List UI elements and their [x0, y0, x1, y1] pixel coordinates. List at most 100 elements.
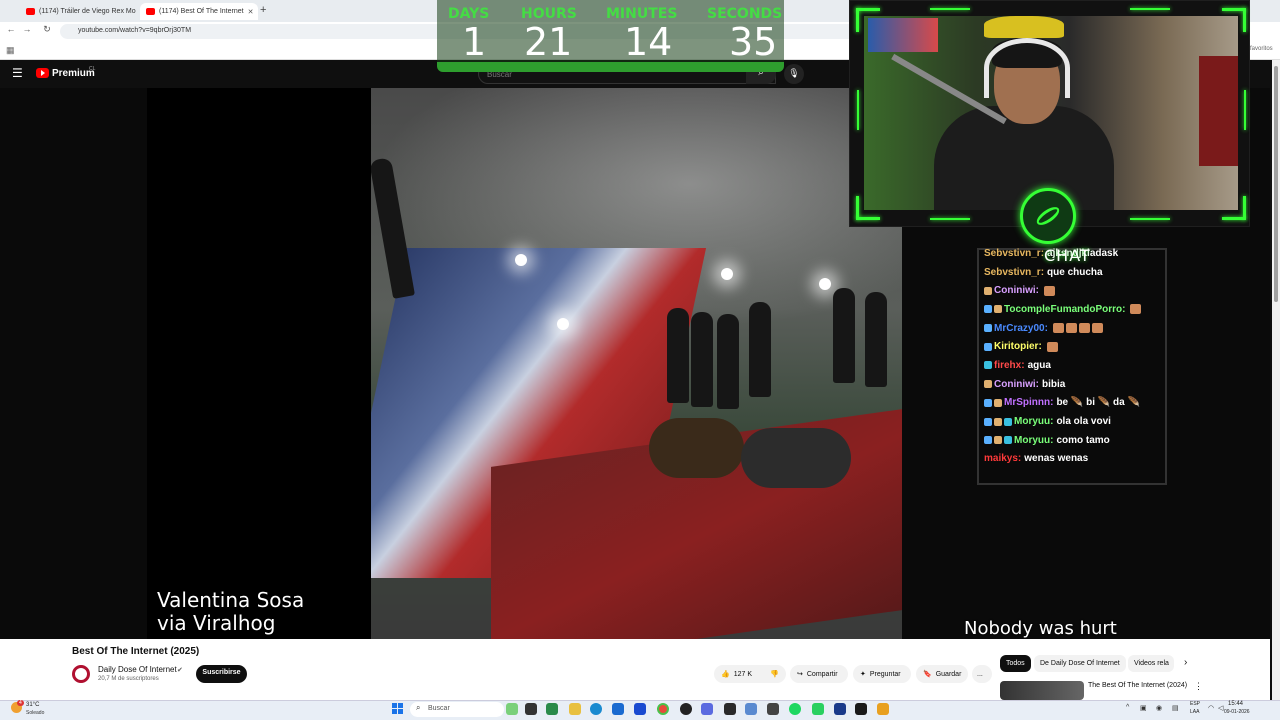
search-icon: ⌕ [416, 703, 421, 712]
like-dislike-group[interactable]: 👍 127 K 👎 [714, 665, 786, 683]
microphone-icon[interactable]: 🎙 [784, 64, 804, 84]
chat-message: Sebvstivn_r: que chucha [984, 263, 1160, 282]
video-caption-credit: Valentina Sosa via Viralhog [157, 588, 305, 635]
tray-chevron-icon[interactable]: ^ [1126, 704, 1129, 711]
chat-badge-icon [984, 436, 992, 445]
chat-badge-icon [994, 436, 1002, 445]
chat-message: Coniniwi: bibia [984, 375, 1160, 394]
forward-icon[interactable]: → [20, 24, 34, 34]
taskbar-search-input[interactable]: Buscar [410, 702, 504, 717]
tray-icon[interactable]: ▤ [1172, 704, 1179, 712]
chrome-icon[interactable] [657, 703, 669, 715]
chat-message: MrSpinnn: be 🪶 bi 🪶 da 🪶 [984, 394, 1160, 413]
chat-badge-icon [994, 305, 1002, 314]
more-actions-button[interactable]: ... [972, 665, 992, 683]
chat-message: Moryuu: como tamo [984, 431, 1160, 450]
favorites-folder[interactable]: favoritos [1250, 46, 1273, 52]
file-explorer-icon[interactable] [569, 703, 581, 715]
language-indicator[interactable]: ESP [1190, 701, 1200, 707]
video-caption-disclaimer: Nobody was hurt [964, 618, 1117, 639]
chat-message: Kiritopier: [984, 337, 1160, 356]
taskbar-app-icon[interactable] [546, 703, 558, 715]
chat-emote-icon [1044, 285, 1055, 296]
sparkle-icon: ✦ [860, 671, 866, 678]
chip-related[interactable]: Videos rela [1128, 655, 1174, 672]
store-icon[interactable] [612, 703, 624, 715]
chat-message: Coniniwi: [984, 281, 1160, 300]
clock-date[interactable]: 09-01-2026 [1224, 709, 1250, 715]
photoshop-icon[interactable] [834, 703, 846, 715]
countdown-minutes-value: 14 [624, 20, 673, 64]
recommendation-menu-icon[interactable]: ⋮ [1194, 681, 1203, 692]
thumbs-down-icon[interactable]: 👎 [770, 670, 779, 678]
recommendation-title[interactable]: The Best Of The Internet (2024) [1088, 682, 1187, 689]
chat-message-list: Sebvstivn_r: ajksndjkladask Sebvstivn_r: qu… [984, 244, 1160, 472]
scrollbar-thumb[interactable] [1274, 66, 1278, 302]
chat-emote-icon [1091, 323, 1103, 334]
taskbar-app-icon[interactable] [767, 703, 779, 715]
tray-icon[interactable]: ▣ [1140, 704, 1147, 712]
video-pillarbox [147, 88, 371, 639]
close-tab-icon[interactable]: ✕ [244, 8, 254, 16]
edge-icon[interactable] [590, 703, 602, 715]
whatsapp-icon[interactable] [812, 703, 824, 715]
chat-badge-icon [1004, 436, 1012, 445]
chat-text: que chucha [1047, 266, 1103, 278]
chat-username: Moryuu: [1014, 416, 1054, 428]
back-icon[interactable]: ← [4, 24, 18, 34]
recommendation-thumbnail[interactable] [1000, 681, 1084, 700]
taskbar-app-icon[interactable] [724, 703, 736, 715]
mail-icon[interactable] [634, 703, 646, 715]
chat-badge-icon [994, 417, 1002, 426]
video-frame[interactable] [371, 88, 902, 639]
ask-button[interactable]: ✦ Preguntar [853, 665, 911, 683]
subscribe-button[interactable]: Suscribirse [196, 665, 247, 683]
new-tab-button[interactable]: + [260, 4, 266, 16]
taskview-icon[interactable] [525, 703, 537, 715]
volume-icon[interactable]: ◁ [1218, 704, 1223, 712]
chat-message: maikys: wenas wenas [984, 450, 1160, 469]
chat-message: MrCrazy00: [984, 319, 1160, 338]
start-icon[interactable] [392, 703, 404, 715]
spotify-icon[interactable] [789, 703, 801, 715]
chip-from-channel[interactable]: De Daily Dose Of Internet [1034, 655, 1126, 672]
chat-emote-icon [1046, 341, 1058, 352]
clock-time[interactable]: 15:44 [1228, 701, 1243, 707]
tray-icon[interactable]: ◉ [1156, 704, 1162, 712]
chat-badge-icon [984, 380, 992, 389]
chat-username: MrSpinnn: [1004, 397, 1054, 409]
youtube-favicon-icon [26, 8, 35, 15]
thumbs-up-icon[interactable]: 👍 [721, 670, 730, 678]
chat-text: agua [1027, 359, 1051, 371]
channel-name[interactable]: Daily Dose Of Internet [98, 665, 177, 674]
taskbar-app-icon[interactable] [680, 703, 692, 715]
discord-icon[interactable] [701, 703, 713, 715]
youtube-logo-icon[interactable] [36, 68, 49, 78]
wifi-icon[interactable]: ◠ [1208, 704, 1214, 712]
chip-all[interactable]: Todos [1000, 655, 1031, 672]
share-button[interactable]: ↪ Compartir [790, 665, 848, 683]
hotdog-icon [1036, 207, 1060, 225]
chat-message: TocompleFumandoPorro: [984, 300, 1160, 319]
close-tab-icon[interactable]: ✕ [136, 8, 138, 16]
save-button[interactable]: 🔖 Guardar [916, 665, 968, 683]
reload-icon[interactable]: ↻ [40, 24, 54, 35]
browser-tab[interactable]: (1174) Tráiler de Viego Rex Mo ✕ [20, 3, 138, 20]
apps-grid-icon[interactable]: ▦ [6, 45, 15, 56]
bookmark-icon: 🔖 [923, 671, 932, 678]
webcam-feed [864, 16, 1238, 210]
weather-temp[interactable]: 31°C [26, 702, 39, 708]
channel-avatar[interactable] [72, 665, 90, 683]
taskbar-app-icon[interactable] [745, 703, 757, 715]
taskbar-app-icon[interactable] [506, 703, 518, 715]
hamburger-menu-icon[interactable]: ☰ [12, 66, 23, 80]
keyboard-layout[interactable]: LAA [1190, 709, 1199, 715]
chat-text: como tamo [1056, 434, 1110, 446]
browser-tab-active[interactable]: (1174) Best Of The Internet ✕ [140, 3, 258, 20]
chat-badge-icon [1004, 417, 1012, 426]
taskbar-app-icon[interactable] [877, 703, 889, 715]
tab-title: (1174) Tráiler de Viego Rex Mo [39, 8, 136, 15]
terminal-icon[interactable] [855, 703, 867, 715]
chevron-right-icon[interactable]: › [1184, 657, 1187, 668]
chat-badge-icon [984, 286, 992, 295]
